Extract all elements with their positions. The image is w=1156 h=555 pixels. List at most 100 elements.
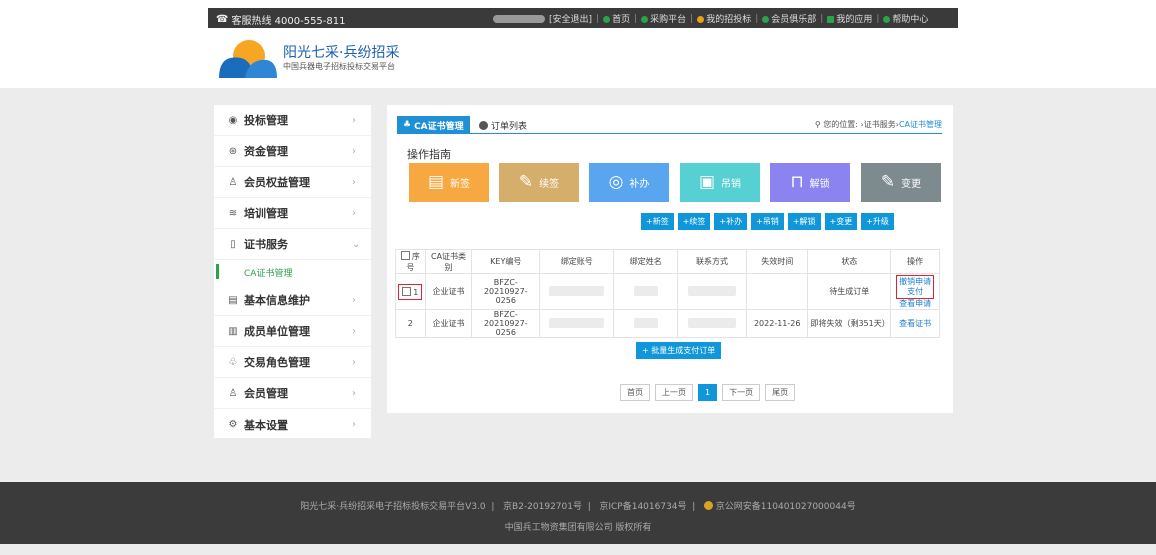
prev-page-button[interactable]: 上一页 [655,384,693,401]
tab-orders[interactable]: 订单列表 [479,116,527,134]
footer-platform: 阳光七采·兵纷招采电子招标投标交易平台V3.0 [300,502,486,512]
footer-police[interactable]: 京公网安备110401027000044号 [716,502,856,512]
unlock-icon: ⊓ [790,172,804,192]
table-row: 1 企业证书 BFZC-20210927- 0256 待生成订单 撤销申请 支付 … [395,273,940,310]
category-cell: 企业证书 [424,309,473,338]
separator: | [755,13,759,24]
cancel-apply-link[interactable]: 撤销申请 [899,277,931,287]
footer-icp[interactable]: 京ICP备14016734号 [599,502,686,512]
actions-cell: 查看证书 [890,309,940,338]
document-icon: ▤ [427,172,445,192]
club-link[interactable]: 会员俱乐部 [762,12,816,25]
small-revoke-button[interactable]: +吊销 [751,213,784,230]
small-renew-button[interactable]: +续签 [677,213,711,230]
expire-cell [745,273,809,310]
row-checkbox[interactable] [402,286,412,296]
header: 阳光七采·兵纷招采 中国兵器电子招标投标交易平台 [0,30,1156,88]
sidebar-item-bid[interactable]: ◉ 投标管理 › [214,105,371,136]
logo-mark-icon [219,40,277,78]
mybids-link[interactable]: 我的招投标 [697,12,751,25]
breadcrumb-current[interactable]: CA证书管理 [899,120,942,129]
header-contact: 联系方式 [677,249,747,274]
purchase-link[interactable]: 采购平台 [641,12,686,25]
category-cell: 企业证书 [424,273,473,310]
button-label: 续签 [539,179,560,190]
header-expire: 失效时间 [745,249,809,274]
separator: | [820,13,824,24]
name-cell [613,273,679,310]
sidebar-item-funds[interactable]: ⊛ 资金管理 › [214,136,371,167]
unlock-button[interactable]: ⊓ 解锁 [770,163,850,202]
page-1-button[interactable]: 1 [698,384,718,401]
sidebar-item-trade-roles[interactable]: ♧ 交易角色管理 › [214,347,371,378]
blurred-contact [688,285,736,296]
logout-link[interactable]: [安全退出] [549,12,592,25]
select-all-checkbox[interactable] [400,250,410,260]
tab-label: CA证书管理 [414,121,464,132]
revoke-button[interactable]: ▣ 吊销 [680,163,760,202]
small-upgrade-button[interactable]: +升级 [861,213,894,230]
home-label: 首页 [612,15,631,25]
breadcrumb: ⚲ 您的位置: ›证书服务›CA证书管理 [815,119,942,130]
name-cell [613,309,679,338]
key-cell: BFZC-20210927- 0256 [471,309,541,338]
account-cell [539,309,615,338]
sidebar-item-basic-info[interactable]: ▤ 基本信息维护 › [214,285,371,316]
home-link[interactable]: 首页 [603,12,630,25]
header-account: 绑定账号 [539,249,615,274]
blurred-name [633,285,658,296]
sidebar-item-member-rights[interactable]: ♙ 会员权益管理 › [214,167,371,198]
change-icon: ✎ [880,172,896,192]
key-line1: BFZC-20210927- [483,310,528,328]
sidebar-item-members[interactable]: ♙ 会员管理 › [214,378,371,409]
chevron-right-icon: › [352,356,356,368]
tab-ca-cert[interactable]: ♣ CA证书管理 [397,116,470,134]
hotline: ☎ 客服热线 4000-555-811 [216,12,346,27]
footer: 阳光七采·兵纷招采电子招标投标交易平台V3.0 | 京B2-20192701号 … [0,482,1156,544]
key-line2: 0256 [495,328,516,337]
apps-link[interactable]: 我的应用 [827,12,872,25]
view-cert-link[interactable]: 查看证书 [893,319,937,329]
logo[interactable]: 阳光七采·兵纷招采 中国兵器电子招标投标交易平台 [215,38,399,78]
chevron-right-icon: › [352,145,356,157]
reissue-icon: ◎ [608,172,624,192]
change-button[interactable]: ✎ 变更 [861,163,941,202]
view-apply-link[interactable]: 查看申请 [893,299,937,309]
last-page-button[interactable]: 尾页 [765,384,796,401]
sidebar-subitem-ca-cert[interactable]: CA证书管理 [214,260,371,285]
small-unlock-button[interactable]: +解锁 [787,213,821,230]
expire-cell: 2022-11-26 [745,309,809,338]
sidebar-item-label: 会员权益管理 [244,176,310,189]
pay-link[interactable]: 支付 [899,287,931,297]
home-icon [603,16,611,23]
reissue-button[interactable]: ◎ 补办 [589,163,669,202]
revoke-icon: ▣ [698,172,716,192]
sidebar-item-label: 基本设置 [244,418,288,432]
footer-license[interactable]: 京B2-20192701号 [503,502,582,512]
cert-tab-icon: ♣ [403,120,412,130]
button-label: 吊销 [721,179,742,190]
row-num: 1 [413,287,419,297]
sidebar-item-units[interactable]: ▥ 成员单位管理 › [214,316,371,347]
member-icon: ♙ [228,387,238,399]
next-page-button[interactable]: 下一页 [722,384,761,401]
first-page-button[interactable]: 首页 [620,384,650,401]
help-link[interactable]: 帮助中心 [883,12,928,25]
sidebar-item-settings[interactable]: ⚙ 基本设置 › [214,409,371,440]
header-num: 序号 [395,249,426,274]
chevron-right-icon: › [352,294,356,306]
button-label: 解锁 [809,179,830,190]
sidebar-item-training[interactable]: ≋ 培训管理 › [214,198,371,229]
unit-icon: ▥ [228,325,238,337]
top-bar-inner: ☎ 客服热线 4000-555-811 [安全退出] | 首页 | 采购平台 |… [208,8,958,28]
renew-button[interactable]: ✎ 续签 [499,163,579,202]
status-cell: 待生成订单 [807,273,892,310]
gear-icon: ⚙ [228,419,238,430]
small-new-button[interactable]: +新签 [641,213,674,230]
batch-order-button[interactable]: + 批量生成支付订单 [636,342,722,359]
small-reissue-button[interactable]: +补办 [714,213,748,230]
sidebar-item-certificate[interactable]: ▯ 证书服务 ⌄ [214,229,371,260]
small-change-button[interactable]: +变更 [824,213,858,230]
button-label: 补办 [629,179,650,190]
new-sign-button[interactable]: ▤ 新签 [409,163,489,202]
